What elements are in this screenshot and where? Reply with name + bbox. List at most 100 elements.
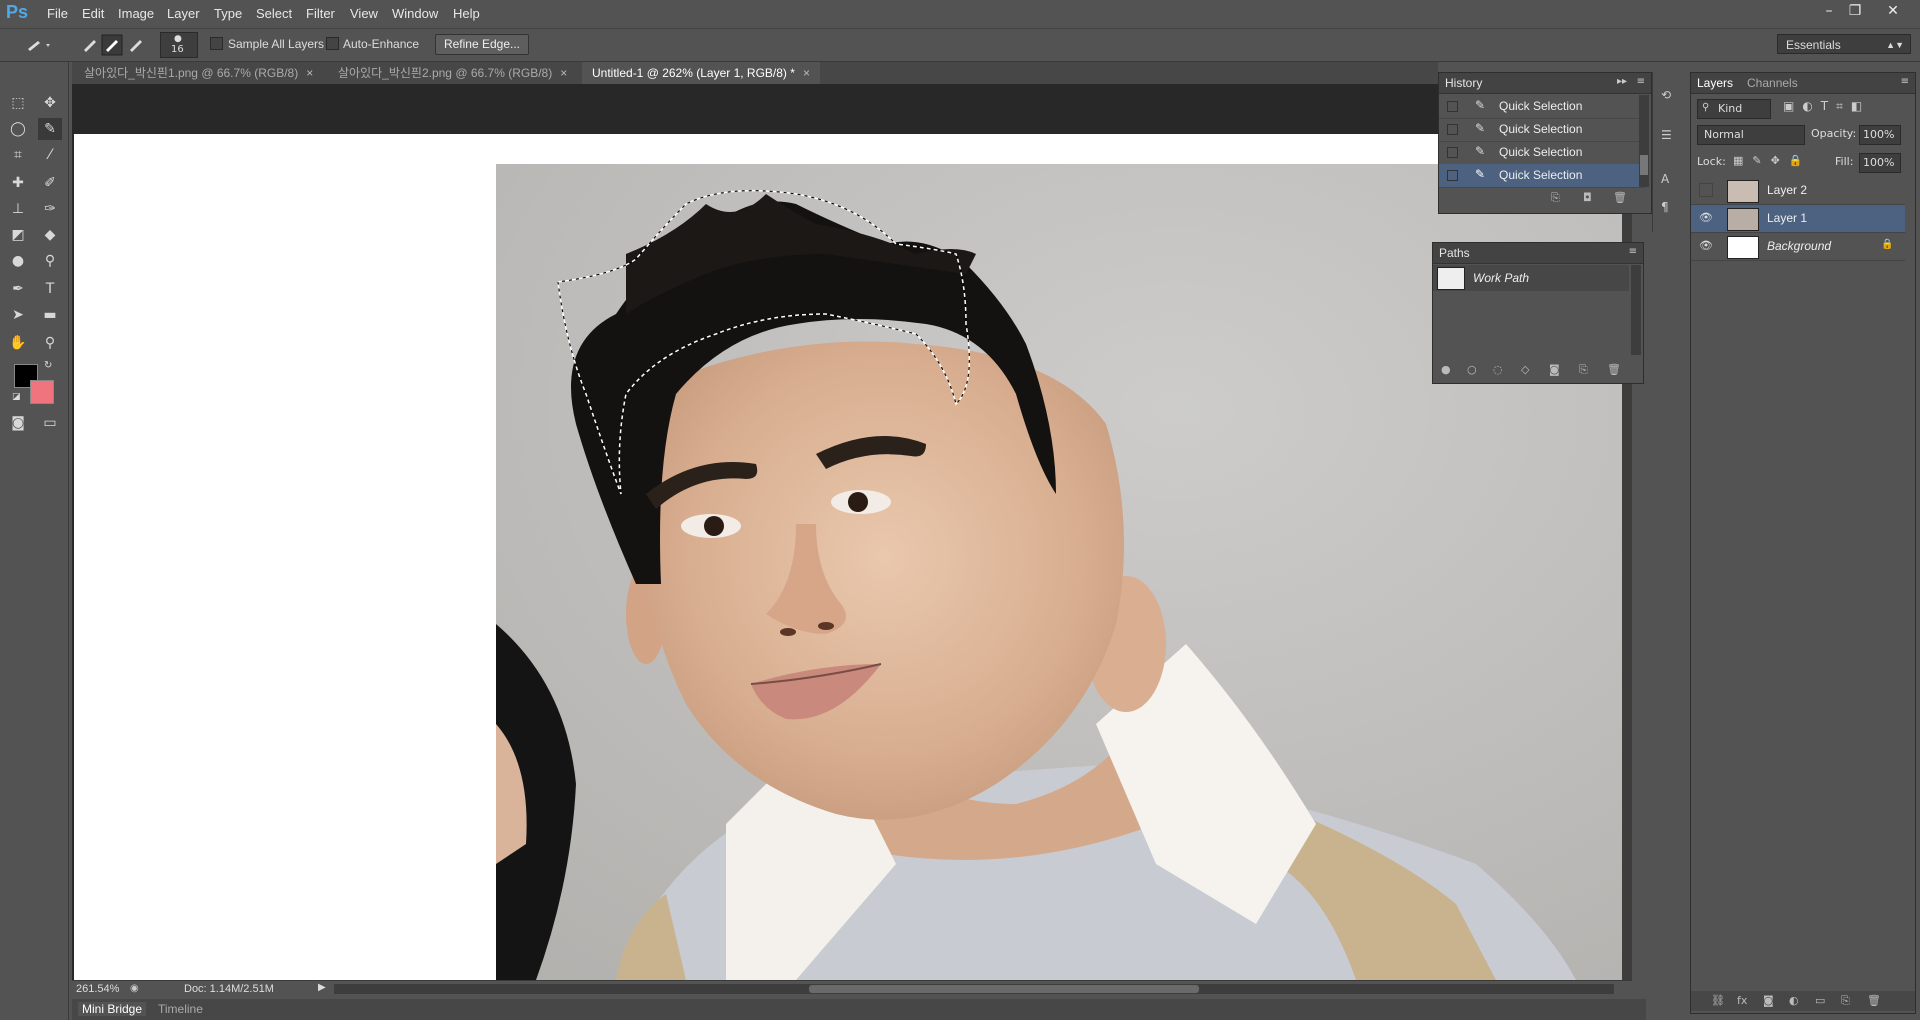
tab-layers[interactable]: Layers — [1697, 76, 1733, 90]
panel-menu-icon[interactable]: ≡ — [1901, 76, 1909, 87]
marquee-tool-icon[interactable]: ⬚ — [6, 92, 30, 114]
panel-menu-icon[interactable]: ≡ — [1637, 76, 1645, 87]
tab-document-untitled[interactable]: Untitled-1 @ 262% (Layer 1, RGB/8) * × — [582, 62, 820, 84]
quick-selection-tool-icon[interactable]: ✎ — [38, 118, 62, 140]
screen-mode-icon[interactable]: ▭ — [38, 412, 62, 434]
zoom-tool-icon[interactable]: ⚲ — [38, 332, 62, 354]
eye-icon[interactable]: 👁 — [1699, 239, 1713, 253]
history-snapshot-checkbox[interactable] — [1447, 124, 1458, 135]
make-work-path-icon[interactable]: ◇ — [1521, 363, 1529, 376]
menu-view[interactable]: View — [350, 6, 378, 21]
tab-mini-bridge[interactable]: Mini Bridge — [78, 1002, 147, 1016]
lock-options-icons[interactable]: ▦✎✥🔒 — [1733, 154, 1812, 167]
tab-channels[interactable]: Channels — [1747, 76, 1798, 90]
rectangle-tool-icon[interactable]: ▬ — [38, 304, 62, 326]
tab-timeline[interactable]: Timeline — [158, 1002, 203, 1016]
visibility-toggle-off[interactable] — [1699, 183, 1713, 197]
trash-icon[interactable]: 🗑 — [1613, 191, 1627, 204]
layer-row-background[interactable]: 👁 Background 🔒 — [1691, 233, 1905, 261]
status-menu-arrow-icon[interactable]: ▶ — [318, 982, 326, 993]
delete-layer-icon[interactable]: 🗑 — [1867, 994, 1881, 1007]
sample-all-layers-checkbox[interactable] — [210, 37, 223, 50]
refine-edge-button[interactable]: Refine Edge... — [435, 34, 529, 55]
auto-enhance-checkbox[interactable] — [326, 37, 339, 50]
restore-button[interactable]: ❐ — [1842, 2, 1868, 20]
history-snapshot-checkbox[interactable] — [1447, 170, 1458, 181]
pen-tool-icon[interactable]: ✒ — [6, 278, 30, 300]
crop-tool-icon[interactable]: ⌗ — [6, 144, 30, 166]
tool-preset-picker[interactable] — [24, 35, 56, 55]
new-layer-icon[interactable]: ⎘ — [1841, 994, 1850, 1008]
layer-row-layer-1[interactable]: 👁 Layer 1 — [1691, 205, 1905, 233]
tab-document-2[interactable]: 살아있다_박신픤2.png @ 66.7% (RGB/8) × — [328, 62, 577, 84]
history-brush-icon[interactable]: ✑ — [38, 198, 62, 220]
lasso-tool-icon[interactable]: ◯ — [6, 118, 30, 140]
eye-icon[interactable]: 👁 — [1699, 211, 1713, 225]
blur-tool-icon[interactable]: ● — [6, 250, 30, 272]
new-path-icon[interactable]: ⎘ — [1579, 363, 1588, 377]
background-color-swatch[interactable] — [30, 380, 54, 404]
quick-mask-icon[interactable]: ◙ — [6, 412, 30, 434]
close-window-button[interactable]: ✕ — [1880, 2, 1906, 20]
menu-window[interactable]: Window — [392, 6, 438, 21]
history-scrollbar[interactable] — [1639, 95, 1649, 187]
history-item[interactable]: ✎ Quick Selection — [1439, 141, 1645, 165]
default-colors-icon[interactable]: ◪ — [12, 392, 21, 402]
fill-path-icon[interactable]: ● — [1441, 363, 1451, 376]
fill-field[interactable]: 100% — [1859, 153, 1901, 173]
clone-stamp-icon[interactable]: ⊥ — [6, 198, 30, 220]
history-item-selected[interactable]: ✎ Quick Selection — [1439, 164, 1645, 188]
stroke-path-icon[interactable]: ○ — [1467, 363, 1477, 376]
character-panel-icon[interactable]: A — [1661, 172, 1669, 186]
filter-type-icons[interactable]: ▣◐T⌗◧ — [1783, 99, 1870, 114]
tab-document-1[interactable]: 살아있다_박신픤1.png @ 66.7% (RGB/8) × — [74, 62, 323, 84]
move-tool-icon[interactable]: ✥ — [38, 92, 62, 114]
menu-file[interactable]: File — [47, 6, 68, 21]
menu-select[interactable]: Select — [256, 6, 292, 21]
paragraph-panel-icon[interactable]: ¶ — [1661, 200, 1669, 214]
new-document-from-state-icon[interactable]: ⎘ — [1551, 191, 1560, 205]
type-tool-icon[interactable]: T — [38, 278, 62, 300]
panel-expand-icon[interactable]: ▸▸ — [1617, 76, 1627, 87]
zoom-level[interactable]: 261.54% — [76, 983, 119, 995]
menu-filter[interactable]: Filter — [306, 6, 335, 21]
layer-filter-dropdown[interactable]: ⚲ Kind — [1697, 99, 1771, 119]
vertical-scrollbar[interactable] — [1622, 84, 1632, 980]
opacity-field[interactable]: 100% — [1859, 125, 1901, 145]
panel-menu-icon[interactable]: ≡ — [1629, 246, 1637, 257]
camera-icon[interactable]: ◘ — [1583, 191, 1592, 204]
eyedropper-tool-icon[interactable]: ⁄ — [38, 144, 62, 166]
paths-title[interactable]: Paths — [1439, 246, 1470, 260]
brush-tool-icon[interactable]: ✐ — [38, 172, 62, 194]
history-scroll-thumb[interactable] — [1640, 155, 1648, 175]
tab-close-icon[interactable]: × — [803, 66, 810, 80]
paths-scrollbar[interactable] — [1631, 265, 1641, 355]
blend-mode-dropdown[interactable]: Normal — [1697, 125, 1805, 145]
horizontal-scrollbar[interactable] — [334, 984, 1614, 994]
path-item[interactable]: Work Path — [1433, 265, 1629, 291]
new-group-icon[interactable]: ▭ — [1815, 994, 1825, 1007]
delete-path-icon[interactable]: 🗑 — [1607, 363, 1621, 376]
add-mask-icon[interactable]: ◙ — [1763, 994, 1774, 1007]
history-item[interactable]: ✎ Quick Selection — [1439, 95, 1645, 119]
add-mask-icon[interactable]: ◙ — [1549, 363, 1560, 376]
dodge-tool-icon[interactable]: ⚲ — [38, 250, 62, 272]
horizontal-scroll-thumb[interactable] — [809, 985, 1199, 993]
eraser-tool-icon[interactable]: ◩ — [6, 224, 30, 246]
canvas-area[interactable] — [72, 84, 1632, 980]
swap-colors-icon[interactable]: ↻ — [44, 360, 52, 371]
history-panel-icon[interactable]: ⟲ — [1661, 88, 1671, 102]
adjustment-layer-icon[interactable]: ◐ — [1789, 994, 1799, 1007]
menu-image[interactable]: Image — [118, 6, 154, 21]
tab-close-icon[interactable]: × — [306, 66, 313, 80]
layer-style-icon[interactable]: fx — [1737, 994, 1747, 1007]
layer-row-layer-2[interactable]: Layer 2 — [1691, 177, 1905, 205]
workspace-dropdown[interactable]: Essentials ▲▼ — [1777, 34, 1911, 54]
load-as-selection-icon[interactable]: ◌ — [1493, 363, 1503, 376]
menu-type[interactable]: Type — [214, 6, 242, 21]
path-selection-icon[interactable]: ➤ — [6, 304, 30, 326]
hand-tool-icon[interactable]: ✋ — [6, 332, 30, 354]
history-item[interactable]: ✎ Quick Selection — [1439, 118, 1645, 142]
link-layers-icon[interactable]: ⛓ — [1711, 994, 1725, 1007]
menu-help[interactable]: Help — [453, 6, 480, 21]
